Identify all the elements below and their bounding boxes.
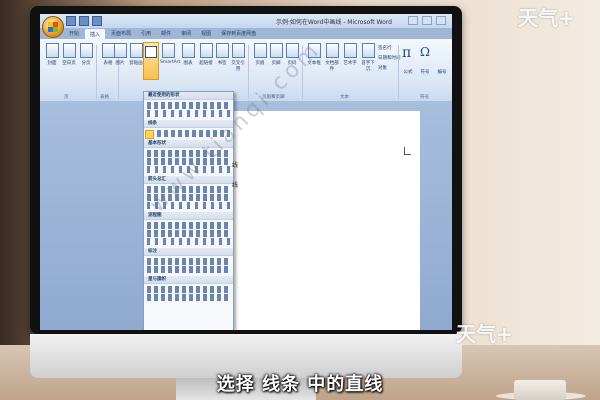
clip-art-button[interactable]: 剪贴画 xyxy=(128,43,144,66)
brand-logo-top: 天气+ xyxy=(518,6,575,30)
shapes-button[interactable] xyxy=(143,42,159,80)
shape-row[interactable] xyxy=(147,238,230,245)
tab-review[interactable]: 审阅 xyxy=(176,28,196,39)
numbering-button[interactable]: 编号 xyxy=(434,69,450,75)
tab-view[interactable]: 视图 xyxy=(196,28,216,39)
cross-reference-icon xyxy=(231,43,245,58)
redo-icon[interactable] xyxy=(92,16,102,26)
video-caption: 选择 线条 中的直线 xyxy=(216,374,384,395)
tab-baidu-netdisk[interactable]: 保存到百度网盘 xyxy=(216,28,261,39)
tab-insert[interactable]: 插入 xyxy=(84,28,107,39)
page-break-icon xyxy=(79,43,93,58)
bookmark-button[interactable]: 书签 xyxy=(214,43,230,66)
bookmark-icon xyxy=(215,43,229,58)
cross-reference-button[interactable]: 交叉引用 xyxy=(230,43,246,72)
picture-icon xyxy=(113,43,127,58)
tab-references[interactable]: 引用 xyxy=(136,28,156,39)
group-label-pages: 页 xyxy=(64,95,69,100)
clip-art-icon xyxy=(129,43,143,58)
tab-home[interactable]: 开始 xyxy=(64,28,84,39)
header-icon xyxy=(253,43,267,58)
window-controls xyxy=(408,16,446,25)
group-divider xyxy=(398,45,399,99)
shape-row[interactable] xyxy=(147,286,230,293)
shape-row[interactable] xyxy=(147,222,230,229)
tab-page-layout[interactable]: 页面布局 xyxy=(106,28,136,39)
office-button[interactable] xyxy=(42,16,64,38)
section-callouts: 标注 xyxy=(144,248,233,256)
chart-icon xyxy=(181,43,195,58)
shape-row[interactable] xyxy=(147,294,230,301)
smartart-button[interactable]: SmartArt xyxy=(160,43,180,65)
footer-icon xyxy=(269,43,283,58)
tab-mailings[interactable]: 邮件 xyxy=(156,28,176,39)
word-window: 示例·如何在Word中画线 - Microsoft Word 开始 插入 页面布… xyxy=(40,14,452,330)
save-icon[interactable] xyxy=(66,16,76,26)
symbol-button[interactable]: 符号 xyxy=(417,69,433,75)
group-divider xyxy=(248,45,249,99)
picture-button[interactable]: 图片 xyxy=(112,43,128,66)
shape-row[interactable] xyxy=(147,230,230,237)
hyperlink-button[interactable]: 超链接 xyxy=(198,43,214,66)
equation-pi-icon[interactable]: π xyxy=(402,45,411,61)
wordart-icon xyxy=(343,43,357,58)
quick-access-toolbar xyxy=(66,16,102,26)
shape-row[interactable] xyxy=(147,102,230,109)
blank-page-icon xyxy=(62,43,76,58)
smartart-icon xyxy=(161,43,175,58)
window-title: 示例·如何在Word中画线 - Microsoft Word xyxy=(276,19,392,26)
document-area xyxy=(40,101,452,330)
wordart-button[interactable]: 艺术字 xyxy=(342,43,358,66)
document-page[interactable] xyxy=(226,111,420,330)
minimize-button[interactable] xyxy=(408,16,418,25)
text-cursor-mark xyxy=(404,147,411,155)
line-tooltip: 线 xyxy=(232,182,239,189)
object-item[interactable]: 对象 xyxy=(378,65,387,71)
group-label-text: 文本 xyxy=(340,95,349,100)
group-divider xyxy=(96,45,97,99)
shape-row[interactable] xyxy=(147,110,230,117)
close-button[interactable] xyxy=(436,16,446,25)
group-label-symbols: 符号 xyxy=(420,95,429,100)
title-bar: 示例·如何在Word中画线 - Microsoft Word xyxy=(40,14,452,28)
ribbon-insert: 封面 空白页 分页 表格 图片 剪贴画 SmartArt 图表 超链接 书签 交… xyxy=(40,39,452,102)
drop-cap-button[interactable]: 首字下沉 xyxy=(360,43,376,72)
page-break-button[interactable]: 分页 xyxy=(78,43,94,66)
section-recent-shapes: 最近使用的形状 xyxy=(144,92,233,100)
cover-page-icon xyxy=(45,43,59,58)
symbol-omega-icon[interactable]: Ω xyxy=(420,45,430,59)
shape-row[interactable] xyxy=(147,266,230,273)
straight-line-shape[interactable] xyxy=(145,130,154,139)
blank-page-button[interactable]: 空白页 xyxy=(61,43,77,66)
chart-button[interactable]: 图表 xyxy=(180,43,196,66)
office-logo-icon xyxy=(48,22,58,32)
hyperlink-icon xyxy=(199,43,213,58)
undo-icon[interactable] xyxy=(79,16,89,26)
shape-row[interactable] xyxy=(147,258,230,265)
header-button[interactable]: 页眉 xyxy=(252,43,268,66)
drop-cap-icon xyxy=(361,43,375,58)
maximize-button[interactable] xyxy=(422,16,432,25)
signature-line-item[interactable]: 签名行 xyxy=(378,45,392,51)
quick-parts-button[interactable]: 文档部件 xyxy=(324,43,340,72)
ribbon-tabs: 开始 插入 页面布局 引用 邮件 审阅 视图 保存到百度网盘 xyxy=(64,28,261,39)
line-tooltip: 线 xyxy=(232,162,239,169)
shapes-icon xyxy=(145,46,157,58)
brand-logo-bottom: 天气+ xyxy=(456,322,513,346)
quick-parts-icon xyxy=(325,43,339,58)
cover-page-button[interactable]: 封面 xyxy=(44,43,60,66)
group-label-tables: 表格 xyxy=(100,95,109,100)
equation-button[interactable]: 公式 xyxy=(400,69,416,75)
section-stars-banners: 星与旗帜 xyxy=(144,276,233,284)
